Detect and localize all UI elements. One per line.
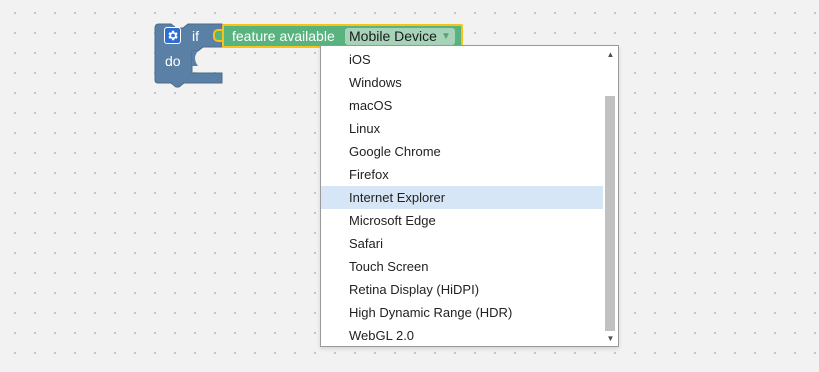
feature-available-label: feature available <box>232 28 335 44</box>
scroll-down-arrow-icon[interactable]: ▼ <box>603 331 618 345</box>
gear-icon <box>168 30 178 41</box>
if-keyword: if <box>192 28 199 44</box>
mutator-gear-button[interactable] <box>164 27 181 44</box>
menu-scrollbar[interactable]: ▲ ▼ <box>603 46 618 346</box>
menu-item-firefox[interactable]: Firefox <box>321 163 604 186</box>
do-keyword: do <box>165 53 181 69</box>
menu-item-google-chrome[interactable]: Google Chrome <box>321 140 604 163</box>
menu-item-touch-screen[interactable]: Touch Screen <box>321 255 604 278</box>
menu-item-windows[interactable]: Windows <box>321 71 604 94</box>
menu-item-retina-display[interactable]: Retina Display (HiDPI) <box>321 278 604 301</box>
menu-item-linux[interactable]: Linux <box>321 117 604 140</box>
feature-dropdown-field[interactable]: Mobile Device ▼ <box>345 28 455 45</box>
menu-item-safari[interactable]: Safari <box>321 232 604 255</box>
menu-item-ios[interactable]: iOS <box>321 48 604 71</box>
feature-dropdown-value: Mobile Device <box>349 28 437 44</box>
menu-item-hdr[interactable]: High Dynamic Range (HDR) <box>321 301 604 324</box>
menu-item-macos[interactable]: macOS <box>321 94 604 117</box>
menu-item-microsoft-edge[interactable]: Microsoft Edge <box>321 209 604 232</box>
menu-item-internet-explorer[interactable]: Internet Explorer <box>321 186 604 209</box>
menu-item-webgl-2[interactable]: WebGL 2.0 <box>321 324 604 346</box>
menu-list: iOS Windows macOS Linux Google Chrome Fi… <box>321 48 604 346</box>
blockly-workspace[interactable]: if do feature available Mobile Device ▼ … <box>0 0 819 372</box>
dropdown-arrow-icon: ▼ <box>440 31 451 42</box>
feature-dropdown-menu[interactable]: iOS Windows macOS Linux Google Chrome Fi… <box>320 45 619 347</box>
scrollbar-thumb[interactable] <box>605 96 615 331</box>
scroll-up-arrow-icon[interactable]: ▲ <box>603 47 618 61</box>
